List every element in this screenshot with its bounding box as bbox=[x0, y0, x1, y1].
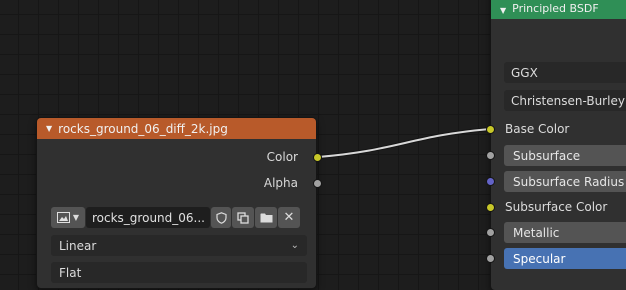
interpolation-value: Linear bbox=[59, 238, 97, 253]
image-type-selector[interactable]: ▼ bbox=[51, 207, 85, 228]
collapse-arrow-icon[interactable]: ▼ bbox=[46, 124, 52, 133]
close-icon: ✕ bbox=[283, 210, 295, 225]
chevron-down-icon: ⌄ bbox=[290, 240, 299, 251]
projection-dropdown[interactable]: Flat bbox=[51, 262, 307, 283]
input-specular-field[interactable]: Specular bbox=[504, 248, 626, 269]
open-image-button[interactable] bbox=[255, 207, 277, 228]
output-color-label: Color bbox=[266, 150, 298, 164]
subsurface-radius-input-socket[interactable] bbox=[486, 177, 495, 186]
input-base-color-label: Base Color bbox=[505, 122, 570, 136]
fake-user-button[interactable] bbox=[211, 207, 231, 228]
subsurface-color-input-socket[interactable] bbox=[486, 203, 495, 212]
image-type-icon bbox=[56, 212, 70, 223]
new-image-button[interactable] bbox=[232, 207, 254, 228]
image-node-header[interactable]: ▼ rocks_ground_06_diff_2k.jpg bbox=[37, 118, 316, 139]
chevron-down-icon: ▼ bbox=[72, 213, 80, 222]
input-subsurface-color-label: Subsurface Color bbox=[505, 200, 608, 214]
metallic-input-socket[interactable] bbox=[486, 228, 495, 237]
image-name-field[interactable]: rocks_ground_06... bbox=[86, 207, 210, 228]
collapse-arrow-icon[interactable]: ▼ bbox=[500, 6, 506, 15]
base-color-input-socket[interactable] bbox=[486, 125, 495, 134]
subsurface-method-dropdown[interactable]: Christensen-Burley bbox=[504, 90, 626, 111]
principled-bsdf-node[interactable]: ▼ Principled BSDF GGX Christensen-Burley… bbox=[491, 0, 626, 290]
output-alpha-label: Alpha bbox=[263, 176, 298, 190]
bsdf-node-header[interactable]: ▼ Principled BSDF bbox=[491, 0, 626, 19]
input-subsurface-field[interactable]: Subsurface bbox=[504, 145, 626, 166]
folder-icon bbox=[260, 213, 272, 223]
duplicate-icon bbox=[237, 211, 249, 224]
projection-value: Flat bbox=[59, 265, 82, 280]
interpolation-dropdown[interactable]: Linear ⌄ bbox=[51, 235, 307, 256]
alpha-output-socket[interactable] bbox=[313, 179, 322, 188]
distribution-dropdown[interactable]: GGX bbox=[504, 62, 626, 83]
image-node-title: rocks_ground_06_diff_2k.jpg bbox=[58, 121, 228, 136]
image-texture-node[interactable]: ▼ rocks_ground_06_diff_2k.jpg Color Alph… bbox=[37, 118, 316, 288]
bsdf-node-title: Principled BSDF bbox=[512, 2, 599, 15]
specular-input-socket[interactable] bbox=[486, 254, 495, 263]
fake-user-shield-icon bbox=[215, 211, 227, 224]
input-subsurface-radius-field[interactable]: Subsurface Radius bbox=[504, 171, 626, 192]
image-toolbar: ▼ rocks_ground_06... ✕ bbox=[51, 207, 300, 228]
color-output-socket[interactable] bbox=[313, 153, 322, 162]
subsurface-input-socket[interactable] bbox=[486, 151, 495, 160]
unlink-image-button[interactable]: ✕ bbox=[278, 207, 300, 228]
input-metallic-field[interactable]: Metallic bbox=[504, 222, 626, 243]
